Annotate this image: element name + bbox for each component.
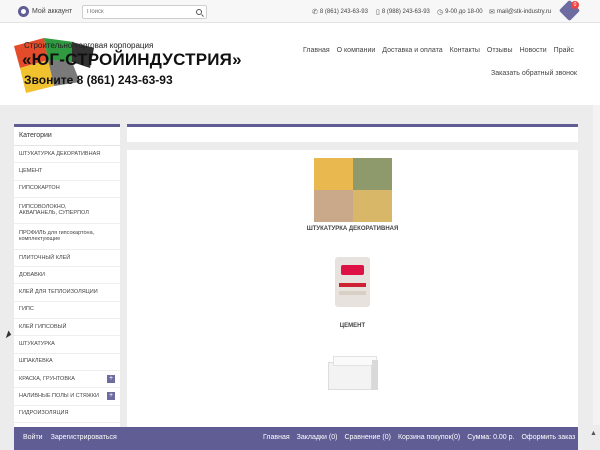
product-image-cement[interactable] (335, 257, 370, 307)
category-item[interactable]: ЦЕМЕНТ (14, 163, 120, 181)
product-title[interactable]: ШТУКАТУРКА ДЕКОРАТИВНАЯ (127, 226, 578, 232)
category-label: ПРОФИЛЬ для гипсокартона, комплектующие (19, 229, 95, 243)
cart-count-badge: 0 (571, 1, 579, 9)
category-label: КЛЕЙ ГИПСОВЫЙ (19, 323, 67, 330)
category-label: ПЛИТОЧНЫЙ КЛЕЙ (19, 254, 71, 261)
phone-2[interactable]: ▯ 8 (988) 243-63-93 (376, 8, 430, 16)
category-label: ГИПСОВОЛОКНО, АКВАПАНЕЛЬ, СУПЕРПОЛ (19, 203, 89, 217)
content-header-strip (127, 124, 578, 142)
expand-icon[interactable]: + (107, 392, 115, 401)
phone-2-text: 8 (988) 243-63-93 (381, 9, 430, 15)
nav-reviews[interactable]: Отзывы (487, 47, 513, 54)
category-item[interactable]: КЛЕЙ ДЛЯ ТЕПЛОИЗОЛЯЦИИ (14, 284, 120, 302)
cart-link[interactable]: Корзина покупок(0) (398, 434, 460, 441)
category-label: КРАСКА, ГРУНТОВКА (19, 375, 75, 382)
company-tagline: Строительно-торговая корпорация (24, 41, 154, 50)
category-label: ГИДРОИЗОЛЯЦИЯ (19, 410, 69, 417)
search-input[interactable] (83, 6, 183, 18)
category-item[interactable]: КРАСКА, ГРУНТОВКА + (14, 371, 120, 389)
product-title[interactable]: ЦЕМЕНТ (127, 323, 578, 329)
checkout-link[interactable]: Оформить заказ (521, 434, 575, 441)
nav-about[interactable]: О компании (337, 47, 376, 54)
category-label: ШТУКАТУРКА (19, 341, 55, 348)
product-card[interactable]: ЦЕМЕНТ (127, 257, 578, 329)
compare-link[interactable]: Сравнение (0) (344, 434, 391, 441)
category-item[interactable]: ГИДРОИЗОЛЯЦИЯ (14, 406, 120, 423)
category-item[interactable]: ШТУКАТУРКА (14, 336, 120, 354)
account-label: Мой аккаунт (32, 8, 73, 15)
hours-text: 9-00 до 18-00 (445, 9, 483, 15)
nav-news[interactable]: Новости (520, 47, 547, 54)
nav-contacts[interactable]: Контакты (450, 47, 480, 54)
mail-icon: ✉ (489, 9, 495, 16)
category-item[interactable]: ШТУКАТУРКА ДЕКОРАТИВНАЯ (14, 146, 120, 164)
product-card[interactable]: ШТУКАТУРКА ДЕКОРАТИВНАЯ (127, 158, 578, 232)
nav-delivery[interactable]: Доставка и оплата (382, 47, 442, 54)
user-icon (18, 6, 29, 17)
category-item[interactable]: КЛЕЙ ГИПСОВЫЙ (14, 319, 120, 337)
scroll-up-icon[interactable]: ▲ (590, 430, 598, 440)
product-image-drywall[interactable] (327, 354, 378, 394)
category-item[interactable]: ГИПСОКАРТОН (14, 181, 120, 198)
cart-sum: Сумма: 0.00 р. (467, 434, 515, 441)
top-bar: Мой аккаунт ✆ 8 (861) 243-63-93 ▯ 8 (988… (0, 0, 600, 23)
category-label: ГИПС (19, 306, 34, 313)
main-nav: Главная О компании Доставка и оплата Кон… (303, 47, 574, 54)
phone-1-text: 8 (861) 243-63-93 (319, 9, 368, 15)
category-item[interactable]: НАЛИВНЫЕ ПОЛЫ И СТЯЖКИ + (14, 388, 120, 406)
search-icon[interactable] (196, 9, 202, 15)
category-label: ШПАКЛЕВКА (19, 358, 53, 365)
call-us-phone: Звоните 8 (861) 243-63-93 (24, 73, 173, 87)
sidebar-title: Категории (14, 127, 120, 146)
category-item[interactable]: ПЛИТОЧНЫЙ КЛЕЙ (14, 250, 120, 268)
expand-icon[interactable]: + (107, 374, 115, 383)
phone-icon: ✆ (312, 9, 318, 16)
clock-icon: ◷ (437, 9, 444, 16)
search-box[interactable] (82, 5, 207, 19)
hours: ◷ 9-00 до 18-00 (437, 8, 483, 16)
bottom-bar: Войти Зарегистрироваться Главная Закладк… (14, 427, 578, 450)
nav-price[interactable]: Прайс (554, 47, 574, 54)
category-item[interactable]: ГИПС (14, 302, 120, 320)
callback-link[interactable]: Заказать обратный звонок (491, 70, 577, 77)
category-sidebar: Категории ШТУКАТУРКА ДЕКОРАТИВНАЯ ЦЕМЕНТ… (14, 124, 120, 434)
category-label: НАЛИВНЫЕ ПОЛЫ И СТЯЖКИ (19, 392, 99, 399)
product-list: ШТУКАТУРКА ДЕКОРАТИВНАЯ ЦЕМЕНТ (127, 150, 578, 440)
mobile-icon: ▯ (376, 9, 380, 16)
bookmarks-link[interactable]: Закладки (0) (297, 434, 338, 441)
category-label: ДОБАВКИ (19, 271, 45, 278)
product-image-plaster[interactable] (313, 158, 392, 223)
nav-home[interactable]: Главная (303, 47, 330, 54)
login-link[interactable]: Войти (23, 434, 43, 441)
phone-1[interactable]: ✆ 8 (861) 243-63-93 (312, 8, 368, 16)
email-text: mail@stk-industry.ru (496, 9, 552, 15)
category-label: ЦЕМЕНТ (19, 168, 43, 174)
category-label: ШТУКАТУРКА ДЕКОРАТИВНАЯ (19, 150, 101, 157)
footer-home-link[interactable]: Главная (263, 434, 290, 441)
category-item[interactable]: ШПАКЛЕВКА (14, 354, 120, 371)
product-card[interactable] (127, 354, 578, 394)
category-item[interactable]: ДОБАВКИ (14, 267, 120, 285)
category-item[interactable]: ГИПСОВОЛОКНО, АКВАПАНЕЛЬ, СУПЕРПОЛ (14, 198, 120, 224)
category-item[interactable]: ПРОФИЛЬ для гипсокартона, комплектующие (14, 224, 120, 250)
category-label: ГИПСОКАРТОН (19, 185, 60, 192)
brand-name[interactable]: «ЮГ-СТРОЙИНДУСТРИЯ» (22, 50, 242, 70)
email[interactable]: ✉ mail@stk-industry.ru (489, 8, 551, 16)
scrollbar[interactable] (593, 105, 600, 425)
register-link[interactable]: Зарегистрироваться (51, 434, 117, 441)
category-label: КЛЕЙ ДЛЯ ТЕПЛОИЗОЛЯЦИИ (19, 289, 98, 296)
account-link[interactable]: Мой аккаунт (18, 5, 72, 18)
